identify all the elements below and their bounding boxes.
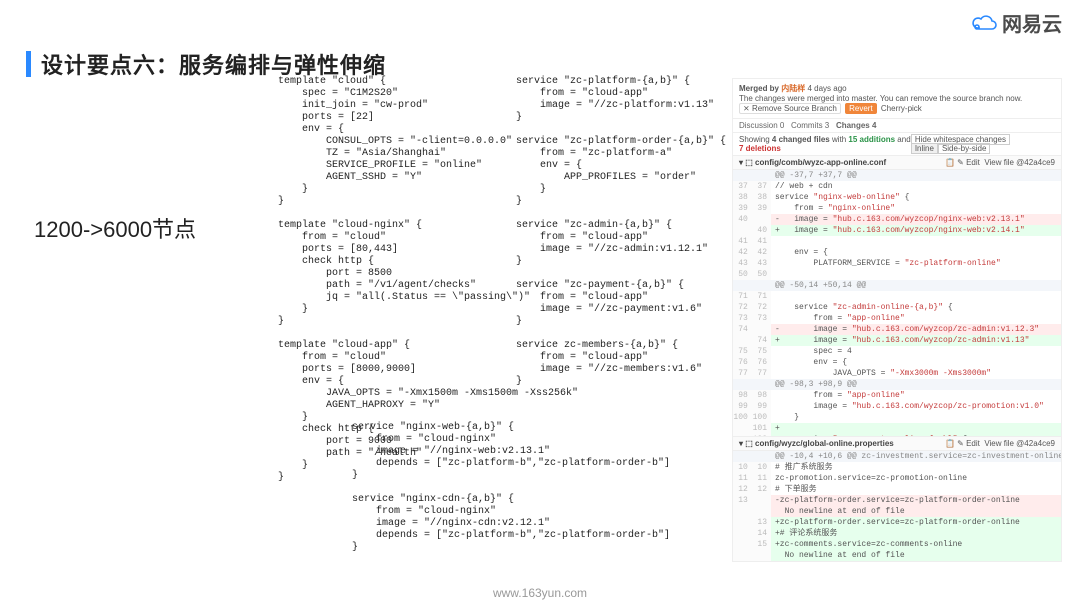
tab-commits[interactable]: Commits 3 [791,121,829,130]
tab-discussion[interactable]: Discussion 0 [739,121,784,130]
remove-branch-button[interactable]: ⨯ Remove Source Branch [739,103,841,114]
brand-logo: 网易云 [972,8,1062,37]
changes-summary: Showing 4 changed files with 15 addition… [739,135,911,153]
tab-changes[interactable]: Changes 4 [836,121,876,130]
merge-note: The changes were merged into master. You… [739,94,1022,103]
cherry-pick-link[interactable]: Cherry-pick [881,104,922,113]
merge-request-panel: Merged by 内陆样 4 days ago The changes wer… [732,78,1062,479]
file-actions-1[interactable]: 📋 ✎ Edit View file @42a4ce9 [945,158,1055,167]
node-count-annotation: 1200->6000节点 [34,212,196,244]
merge-status: Merged by [739,84,779,93]
footer-url: www.163yun.com [0,586,1080,600]
diff-file-2: ▾ ⬚ config/wyzc/global-online.properties… [732,436,1062,562]
revert-button[interactable]: Revert [845,103,877,114]
title-accent [26,51,31,77]
file-actions-2[interactable]: 📋 ✎ Edit View file @42a4ce9 [945,439,1055,448]
diff-lines-2: @@ -10,4 +10,6 @@ zc-investment.service=… [733,451,1061,561]
merge-time: 4 days ago [807,84,846,93]
brand-name: 网易云 [1002,8,1062,37]
code-nginx: service "nginx-web-{a,b}" { from = "clou… [352,422,712,554]
file-header-1[interactable]: ▾ ⬚ config/comb/wyzc-app-online.conf [739,158,886,167]
merge-author: 内陆样 [781,84,805,93]
diff-lines-1: @@ -37,7 +37,7 @@ 37 37// web + cdn 38 3… [733,170,1061,478]
diff-view-toggle[interactable]: Hide whitespace changes InlineSide-by-si… [911,135,1055,153]
code-services: service "zc-platform-{a,b}" { from = "cl… [516,76,716,388]
cloud-icon [972,13,998,33]
file-header-2[interactable]: ▾ ⬚ config/wyzc/global-online.properties [739,439,894,448]
